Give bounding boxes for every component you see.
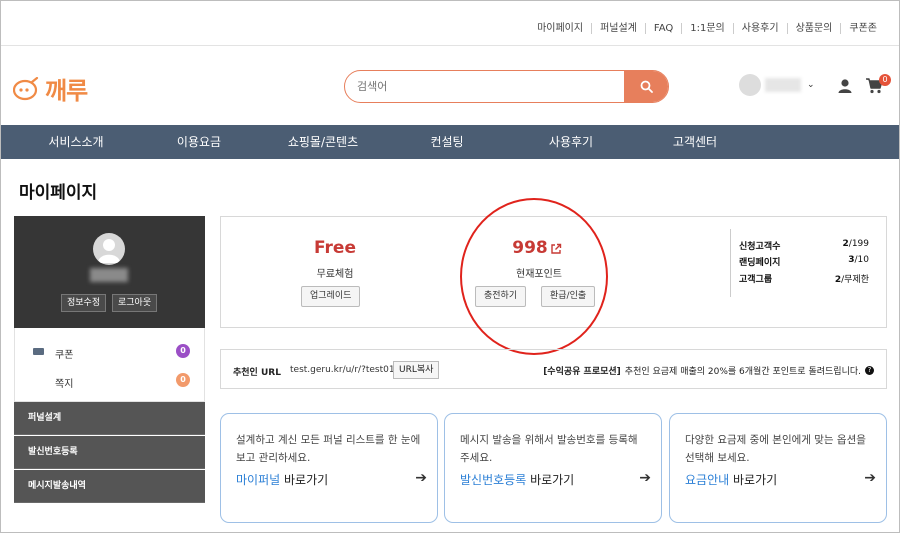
points-value: 998	[512, 238, 548, 258]
promo-text: [수익공유 프로모션] 추천인 요금제 매출의 20%를 6개월간 포인트로 돌…	[543, 364, 874, 377]
top-link-faq[interactable]: FAQ	[644, 23, 681, 34]
person-icon[interactable]	[837, 78, 853, 94]
count-max: /10	[854, 255, 869, 265]
referral-bar: 추천인 URL test.geru.kr/u/r/?test01 URL복사 […	[220, 349, 887, 389]
points-label: 현재포인트	[516, 269, 562, 280]
chevron-down-icon: ⌄	[807, 80, 815, 90]
external-link-icon[interactable]	[550, 243, 562, 255]
count-max: /무제한	[841, 275, 869, 285]
user-name-blurred	[765, 78, 801, 92]
side-item-coupon[interactable]: 쿠폰 0	[15, 343, 204, 361]
card-link-highlight: 요금안내	[685, 473, 730, 487]
card-link[interactable]: 발신번호등록 바로가기	[460, 471, 574, 488]
summary-divider	[730, 229, 731, 297]
logo-text: 깨루	[45, 77, 88, 105]
card-pricing-guide[interactable]: 다양한 요금제 중에 본인에게 맞는 옵션을 선택해 보세요. 요금안내 바로가…	[669, 413, 887, 523]
top-utility-bar: 마이페이지 퍼널설계 FAQ 1:1문의 사용후기 상품문의 쿠폰존	[1, 1, 899, 46]
page: 마이페이지 퍼널설계 FAQ 1:1문의 사용후기 상품문의 쿠폰존 깨루 검색…	[0, 0, 900, 533]
help-icon[interactable]: ?	[865, 366, 874, 375]
nav-item-shop-content[interactable]: 쇼핑몰/콘텐츠	[288, 125, 358, 159]
copy-url-button[interactable]: URL복사	[393, 361, 440, 379]
sidebar-item-sender-number[interactable]: 발신번호등록	[14, 436, 205, 469]
search-input[interactable]	[345, 71, 625, 102]
card-link-highlight: 마이퍼널	[236, 473, 281, 487]
plan-value: Free	[314, 238, 356, 258]
arrow-right-icon: ➔	[639, 470, 651, 486]
top-link-coupon-zone[interactable]: 쿠폰존	[840, 23, 885, 34]
search-button[interactable]	[624, 71, 668, 102]
count-max: /199	[848, 239, 869, 249]
nav-item-customer-center[interactable]: 고객센터	[673, 125, 717, 159]
page-title: 마이페이지	[19, 183, 98, 203]
charge-button[interactable]: 충전하기	[475, 286, 527, 307]
nav-item-consulting[interactable]: 컨설팅	[430, 125, 463, 159]
edit-profile-button[interactable]: 정보수정	[61, 294, 107, 312]
count-label: 신청고객수	[739, 242, 781, 252]
header: 깨루 ⌄ 0	[1, 47, 899, 125]
sidebar-item-funnel[interactable]: 퍼널설계	[14, 402, 205, 435]
card-my-funnel[interactable]: 설계하고 계신 모든 퍼널 리스트를 한 눈에 보고 관리하세요. 마이퍼널 바…	[220, 413, 438, 523]
side-item-label: 쪽지	[55, 379, 74, 390]
count-customer-groups: 고객그룹 2/무제한	[739, 272, 869, 285]
refund-button[interactable]: 환급/인출	[541, 286, 596, 307]
card-description: 설계하고 계신 모든 퍼널 리스트를 한 눈에 보고 관리하세요.	[236, 434, 421, 464]
message-count-badge: 0	[176, 373, 190, 387]
card-sender-number[interactable]: 메시지 발송을 위해서 발송번호를 등록해 주세요. 발신번호등록 바로가기 ➔	[444, 413, 662, 523]
upgrade-button[interactable]: 업그레이드	[301, 286, 361, 307]
top-link-funnel[interactable]: 퍼널설계	[591, 23, 645, 34]
count-landing-pages: 랜딩페이지 3/10	[739, 255, 869, 268]
nav-item-reviews[interactable]: 사용후기	[549, 125, 593, 159]
avatar	[739, 74, 761, 96]
sidebar-item-message-history[interactable]: 메시지발송내역	[14, 470, 205, 503]
arrow-right-icon: ➔	[415, 470, 427, 486]
promo-description: 추천인 요금제 매출의 20%를 6개월간 포인트로 돌려드립니다.	[624, 367, 861, 377]
card-link-rest: 바로가기	[526, 473, 575, 487]
count-subscribers: 신청고객수 2/199	[739, 239, 869, 252]
top-link-mypage[interactable]: 마이페이지	[529, 23, 591, 34]
referral-url: test.geru.kr/u/r/?test01	[290, 365, 395, 375]
promo-tag: [수익공유 프로모션]	[543, 367, 621, 377]
main-nav: 서비스소개 이용요금 쇼핑몰/콘텐츠 컨설팅 사용후기 고객센터	[1, 125, 899, 159]
card-description: 다양한 요금제 중에 본인에게 맞는 옵션을 선택해 보세요.	[685, 434, 866, 464]
search-icon	[640, 80, 653, 93]
card-description: 메시지 발송을 위해서 발송번호를 등록해 주세요.	[460, 434, 638, 464]
account-summary: Free 무료체험 업그레이드 998 현재포인트 충전하기 환급/인출 신청고…	[220, 216, 887, 328]
card-link-rest: 바로가기	[280, 473, 329, 487]
card-link-highlight: 발신번호등록	[460, 473, 527, 487]
profile-name-blurred	[90, 268, 128, 282]
card-link[interactable]: 요금안내 바로가기	[685, 471, 777, 488]
plan-label: 무료체험	[316, 269, 354, 280]
logout-button[interactable]: 로그아웃	[112, 294, 158, 312]
top-link-inquiry[interactable]: 1:1문의	[681, 23, 733, 34]
top-links: 마이페이지 퍼널설계 FAQ 1:1문의 사용후기 상품문의 쿠폰존	[529, 23, 885, 34]
coupon-count-badge: 0	[176, 344, 190, 358]
profile-avatar	[93, 233, 125, 265]
top-link-product-qna[interactable]: 상품문의	[786, 23, 841, 34]
nav-item-service-intro[interactable]: 서비스소개	[48, 125, 103, 159]
logo[interactable]: 깨루	[13, 71, 88, 106]
card-link[interactable]: 마이퍼널 바로가기	[236, 471, 328, 488]
search-bar	[344, 70, 669, 103]
top-link-reviews[interactable]: 사용후기	[732, 23, 787, 34]
count-label: 고객그룹	[739, 275, 773, 285]
cart-count-badge: 0	[879, 74, 891, 86]
side-menu: 쿠폰 0 쪽지 0	[14, 328, 205, 402]
arrow-right-icon: ➔	[864, 470, 876, 486]
card-link-rest: 바로가기	[729, 473, 778, 487]
nav-item-pricing[interactable]: 이용요금	[177, 125, 221, 159]
side-item-label: 쿠폰	[55, 350, 74, 361]
profile-panel: 정보수정 로그아웃	[14, 216, 205, 328]
logo-icon	[13, 76, 39, 100]
count-label: 랜딩페이지	[739, 258, 781, 268]
user-silhouette-icon	[98, 239, 120, 263]
coupon-icon	[33, 348, 44, 355]
user-menu[interactable]: ⌄	[739, 74, 815, 96]
side-item-message[interactable]: 쪽지 0	[15, 372, 204, 390]
referral-label: 추천인 URL	[233, 368, 281, 378]
